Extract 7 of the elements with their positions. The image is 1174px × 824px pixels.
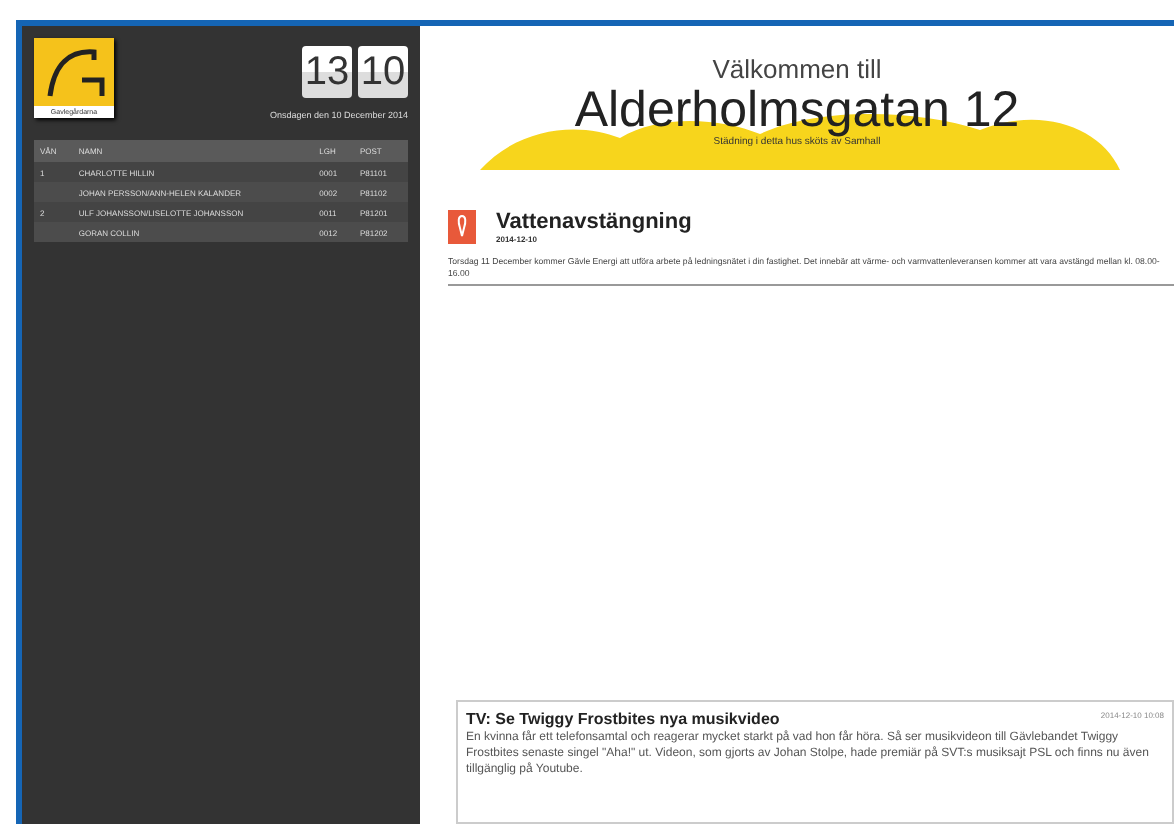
warning-icon bbox=[448, 210, 476, 244]
clock-hours: 13 bbox=[302, 46, 352, 98]
notice-title: Vattenavstängning bbox=[496, 210, 692, 234]
welcome-text: Välkommen till bbox=[712, 54, 882, 84]
address-title: Alderholmsgatan 12 bbox=[574, 84, 1020, 136]
clock-minutes: 10 bbox=[358, 46, 408, 98]
news-title: TV: Se Twiggy Frostbites nya musikvideo bbox=[466, 710, 780, 728]
